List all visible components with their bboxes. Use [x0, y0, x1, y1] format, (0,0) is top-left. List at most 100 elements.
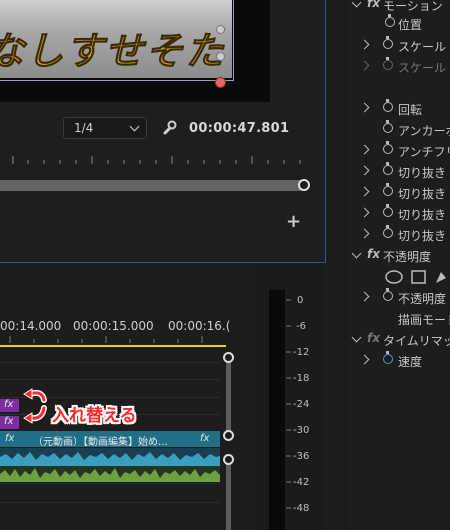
- anchor-point-handle[interactable]: [215, 77, 226, 88]
- scrollbar-handle[interactable]: [223, 352, 234, 363]
- adjustment-clip[interactable]: fx: [0, 416, 19, 429]
- swap-arrows-icon: [23, 388, 47, 424]
- stopwatch-icon[interactable]: [385, 14, 395, 27]
- property-label: 位置: [398, 18, 423, 32]
- stopwatch-icon[interactable]: [383, 141, 393, 154]
- timeline-ruler-ticks[interactable]: [0, 334, 226, 344]
- property-label: スケール: [398, 40, 447, 54]
- effect-motion-header[interactable]: fx モーション: [345, 0, 450, 15]
- scrollbar-handle[interactable]: [223, 430, 234, 441]
- stopwatch-icon[interactable]: [383, 120, 393, 133]
- property-label: スケール (: [398, 61, 450, 75]
- pen-mask-icon[interactable]: [433, 269, 449, 285]
- chevron-right-icon[interactable]: [359, 144, 370, 155]
- scrollbar-handle[interactable]: [223, 454, 234, 465]
- fx-icon[interactable]: fx: [367, 247, 380, 261]
- stopwatch-icon[interactable]: [383, 36, 393, 49]
- db-label: 0: [297, 295, 304, 306]
- property-speed[interactable]: 速度: [345, 351, 450, 371]
- property-crop[interactable]: 切り抜き (: [345, 204, 450, 224]
- property-label: 不透明度: [398, 292, 447, 306]
- transform-handle[interactable]: [216, 25, 225, 34]
- db-label: -24: [293, 399, 310, 410]
- effect-label: 不透明度: [383, 250, 432, 264]
- property-blend-mode[interactable]: 描画モード: [345, 309, 450, 329]
- chevron-down-icon[interactable]: [351, 248, 362, 259]
- db-label: -12: [293, 347, 310, 358]
- chevron-down-icon[interactable]: [351, 332, 362, 343]
- db-label: -48: [293, 503, 310, 514]
- property-scale[interactable]: スケール: [345, 36, 450, 56]
- chevron-down-icon: [129, 121, 140, 132]
- zoom-scroll-bar[interactable]: [0, 180, 306, 191]
- fx-badge: fx: [4, 399, 14, 410]
- effect-opacity-header[interactable]: fx 不透明度: [345, 246, 450, 266]
- fx-badge: fx: [5, 433, 15, 444]
- adjustment-clip[interactable]: fx: [0, 399, 19, 412]
- fx-icon[interactable]: fx: [367, 0, 380, 10]
- stopwatch-icon[interactable]: [383, 57, 393, 70]
- effect-time-remap-header[interactable]: fx タイムリマッ: [345, 330, 450, 350]
- db-label: -36: [293, 451, 310, 462]
- chevron-right-icon[interactable]: [359, 39, 370, 50]
- property-crop[interactable]: 切り抜き (: [345, 225, 450, 245]
- property-opacity[interactable]: 不透明度: [345, 288, 450, 308]
- db-label: -6: [296, 321, 306, 332]
- stopwatch-icon[interactable]: [383, 351, 393, 364]
- rectangle-mask-icon[interactable]: [411, 270, 427, 284]
- timeline-scrollbar[interactable]: [226, 460, 231, 530]
- chevron-right-icon[interactable]: [359, 207, 370, 218]
- property-label: 切り抜き (: [398, 166, 450, 180]
- transform-bounding-box[interactable]: [0, 0, 234, 81]
- stopwatch-icon[interactable]: [383, 288, 393, 301]
- effect-label: モーション: [383, 0, 443, 13]
- monitor-time-ruler[interactable]: [0, 150, 318, 166]
- fx-icon[interactable]: fx: [367, 331, 380, 345]
- property-label: 切り抜き (: [398, 229, 450, 243]
- resolution-dropdown[interactable]: 1/4: [63, 117, 147, 139]
- chevron-right-icon[interactable]: [359, 186, 370, 197]
- timeline-scrollbar[interactable]: [226, 358, 231, 436]
- chevron-right-icon[interactable]: [359, 165, 370, 176]
- stopwatch-icon[interactable]: [383, 225, 393, 238]
- property-crop[interactable]: 切り抜き (: [345, 183, 450, 203]
- property-label: 速度: [398, 355, 423, 369]
- property-rotation[interactable]: 回転: [345, 99, 450, 119]
- wrench-icon[interactable]: [162, 120, 177, 135]
- chevron-right-icon[interactable]: [359, 291, 370, 302]
- transform-handle[interactable]: [216, 52, 225, 61]
- stopwatch-icon[interactable]: [383, 99, 393, 112]
- video-frame: なしすせそた: [0, 0, 270, 102]
- stopwatch-icon[interactable]: [383, 183, 393, 196]
- chevron-down-icon[interactable]: [351, 0, 362, 8]
- playhead-timecode[interactable]: 00:00:47.801: [189, 121, 289, 136]
- property-scale-width[interactable]: スケール (: [345, 57, 450, 77]
- fx-badge: fx: [4, 416, 14, 427]
- chevron-right-icon[interactable]: [359, 60, 370, 71]
- property-label: アンチフリ: [398, 145, 450, 159]
- work-area-bar[interactable]: [0, 345, 226, 347]
- property-anchor-point[interactable]: アンカーポ: [345, 120, 450, 140]
- property-label: 切り抜き (: [398, 208, 450, 222]
- chevron-right-icon[interactable]: [359, 102, 370, 113]
- property-position[interactable]: 位置: [345, 14, 450, 34]
- chevron-right-icon[interactable]: [359, 354, 370, 365]
- property-antiflicker[interactable]: アンチフリ: [345, 141, 450, 161]
- property-label: 描画モード: [398, 313, 450, 327]
- db-label: -18: [293, 373, 310, 384]
- zoom-scroll-handle[interactable]: [298, 179, 310, 191]
- ellipse-mask-icon[interactable]: [385, 270, 403, 284]
- resolution-value: 1/4: [74, 121, 94, 135]
- fx-badge: fx: [200, 433, 210, 444]
- effect-label: タイムリマッ: [383, 334, 450, 348]
- property-label: アンカーポ: [398, 124, 450, 138]
- audio-waveform: [0, 468, 220, 482]
- property-label: 回転: [398, 103, 423, 117]
- stopwatch-icon[interactable]: [383, 162, 393, 175]
- button-editor-add[interactable]: +: [286, 211, 301, 232]
- stopwatch-icon[interactable]: [383, 204, 393, 217]
- chevron-right-icon[interactable]: [359, 228, 370, 239]
- mask-tools: [345, 268, 450, 290]
- property-crop[interactable]: 切り抜き (: [345, 162, 450, 182]
- clip-title: （元動画）【動画編集】始め…: [33, 437, 168, 448]
